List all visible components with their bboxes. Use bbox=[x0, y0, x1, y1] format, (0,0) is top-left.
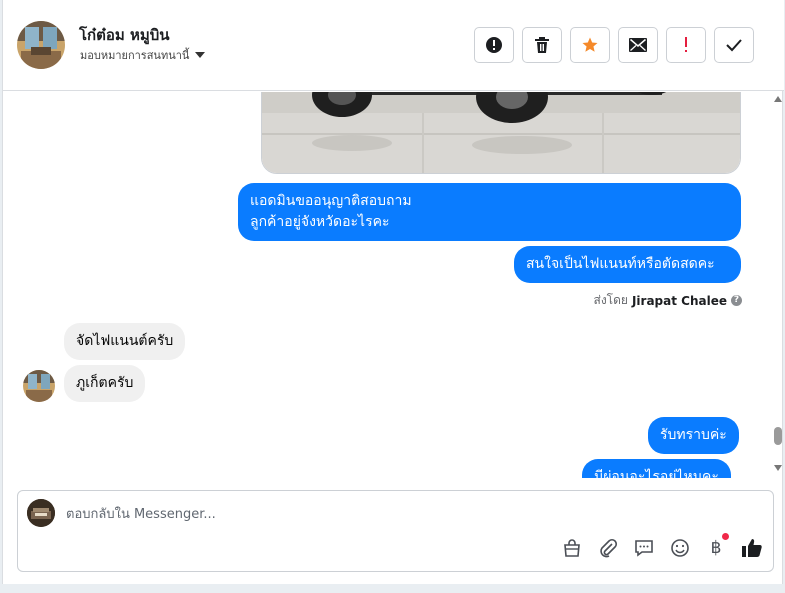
exclamation-circle-icon bbox=[486, 37, 502, 53]
outgoing-message[interactable]: รับทราบค่ะ bbox=[648, 417, 739, 454]
message-text: สนใจเป็นไฟแนนท์หรือตัดสดคะ bbox=[526, 256, 715, 272]
delete-button[interactable] bbox=[522, 27, 562, 63]
message-text: แอดมินขออนุญาติสอบถาม bbox=[250, 193, 412, 209]
envelope-icon bbox=[629, 38, 647, 52]
assign-conversation-dropdown[interactable]: มอบหมายการสนทนานี้ bbox=[80, 46, 206, 64]
help-icon[interactable]: ? bbox=[731, 295, 742, 306]
page-avatar bbox=[27, 499, 55, 527]
scroll-up-arrow[interactable] bbox=[774, 96, 782, 102]
incoming-message[interactable]: จัดไฟแนนต์ครับ bbox=[64, 323, 186, 360]
message-text: จัดไฟแนนต์ครับ bbox=[76, 333, 174, 349]
star-icon bbox=[582, 37, 598, 52]
assign-label: มอบหมายการสนทนานี้ bbox=[80, 49, 190, 62]
caret-down-icon bbox=[195, 52, 206, 58]
scroll-down-arrow[interactable] bbox=[774, 465, 782, 471]
outgoing-message[interactable]: มีผ่อนอะไรอยู่ไหมคะ bbox=[582, 459, 731, 478]
mark-done-button[interactable] bbox=[714, 27, 754, 63]
follow-up-button[interactable] bbox=[666, 27, 706, 63]
conversation-panel: โก๋ต๋อม หมูบิน มอบหมายการสนทนานี้ แอดมิน… bbox=[2, 0, 784, 584]
message-text: ลูกค้าอยู่จังหวัดอะไรคะ bbox=[250, 214, 390, 230]
exclamation-icon bbox=[685, 37, 687, 52]
contact-avatar-small[interactable] bbox=[23, 370, 55, 402]
incoming-message[interactable]: ภูเก็ตครับ bbox=[64, 365, 146, 402]
shop-button[interactable] bbox=[561, 537, 583, 559]
mark-unread-button[interactable] bbox=[618, 27, 658, 63]
composer-toolbar: ฿ bbox=[561, 533, 763, 559]
paperclip-icon bbox=[600, 538, 618, 558]
outgoing-message[interactable]: สนใจเป็นไฟแนนท์หรือตัดสดคะ bbox=[514, 246, 741, 283]
check-icon bbox=[726, 39, 742, 52]
payment-button[interactable]: ฿ bbox=[705, 533, 729, 559]
baht-icon: ฿ bbox=[710, 538, 722, 558]
thumbs-up-icon bbox=[742, 539, 762, 557]
shopping-bag-icon bbox=[564, 539, 580, 557]
spam-button[interactable] bbox=[474, 27, 514, 63]
contact-name[interactable]: โก๋ต๋อม หมูบิน bbox=[79, 23, 170, 47]
scrollbar-thumb[interactable] bbox=[774, 427, 782, 445]
sent-by-label: ส่งโดย Jirapat Chalee ? bbox=[593, 291, 742, 310]
sent-by-name[interactable]: Jirapat Chalee bbox=[632, 294, 727, 308]
trash-icon bbox=[535, 37, 549, 53]
message-text: มีผ่อนอะไรอยู่ไหมคะ bbox=[594, 469, 719, 478]
outgoing-message[interactable]: แอดมินขออนุญาติสอบถาม ลูกค้าอยู่จังหวัดอ… bbox=[238, 183, 741, 241]
attach-button[interactable] bbox=[597, 537, 619, 559]
conversation-header: โก๋ต๋อม หมูบิน มอบหมายการสนทนานี้ bbox=[3, 0, 784, 91]
emoji-button[interactable] bbox=[669, 537, 691, 559]
message-text: ภูเก็ตครับ bbox=[76, 375, 134, 391]
saved-replies-button[interactable] bbox=[633, 537, 655, 559]
message-text: รับทราบค่ะ bbox=[660, 427, 727, 443]
notification-dot bbox=[722, 533, 729, 540]
header-actions bbox=[474, 27, 754, 63]
message-photo[interactable] bbox=[261, 92, 741, 174]
message-thread[interactable]: แอดมินขออนุญาติสอบถาม ลูกค้าอยู่จังหวัดอ… bbox=[3, 92, 784, 478]
reply-composer: ฿ bbox=[17, 490, 774, 572]
contact-avatar[interactable] bbox=[17, 21, 65, 69]
chat-bubble-icon bbox=[635, 540, 653, 557]
star-button[interactable] bbox=[570, 27, 610, 63]
smiley-icon bbox=[671, 539, 689, 557]
reply-input[interactable] bbox=[66, 504, 746, 524]
sent-by-prefix: ส่งโดย bbox=[593, 293, 628, 307]
like-button[interactable] bbox=[741, 537, 763, 559]
